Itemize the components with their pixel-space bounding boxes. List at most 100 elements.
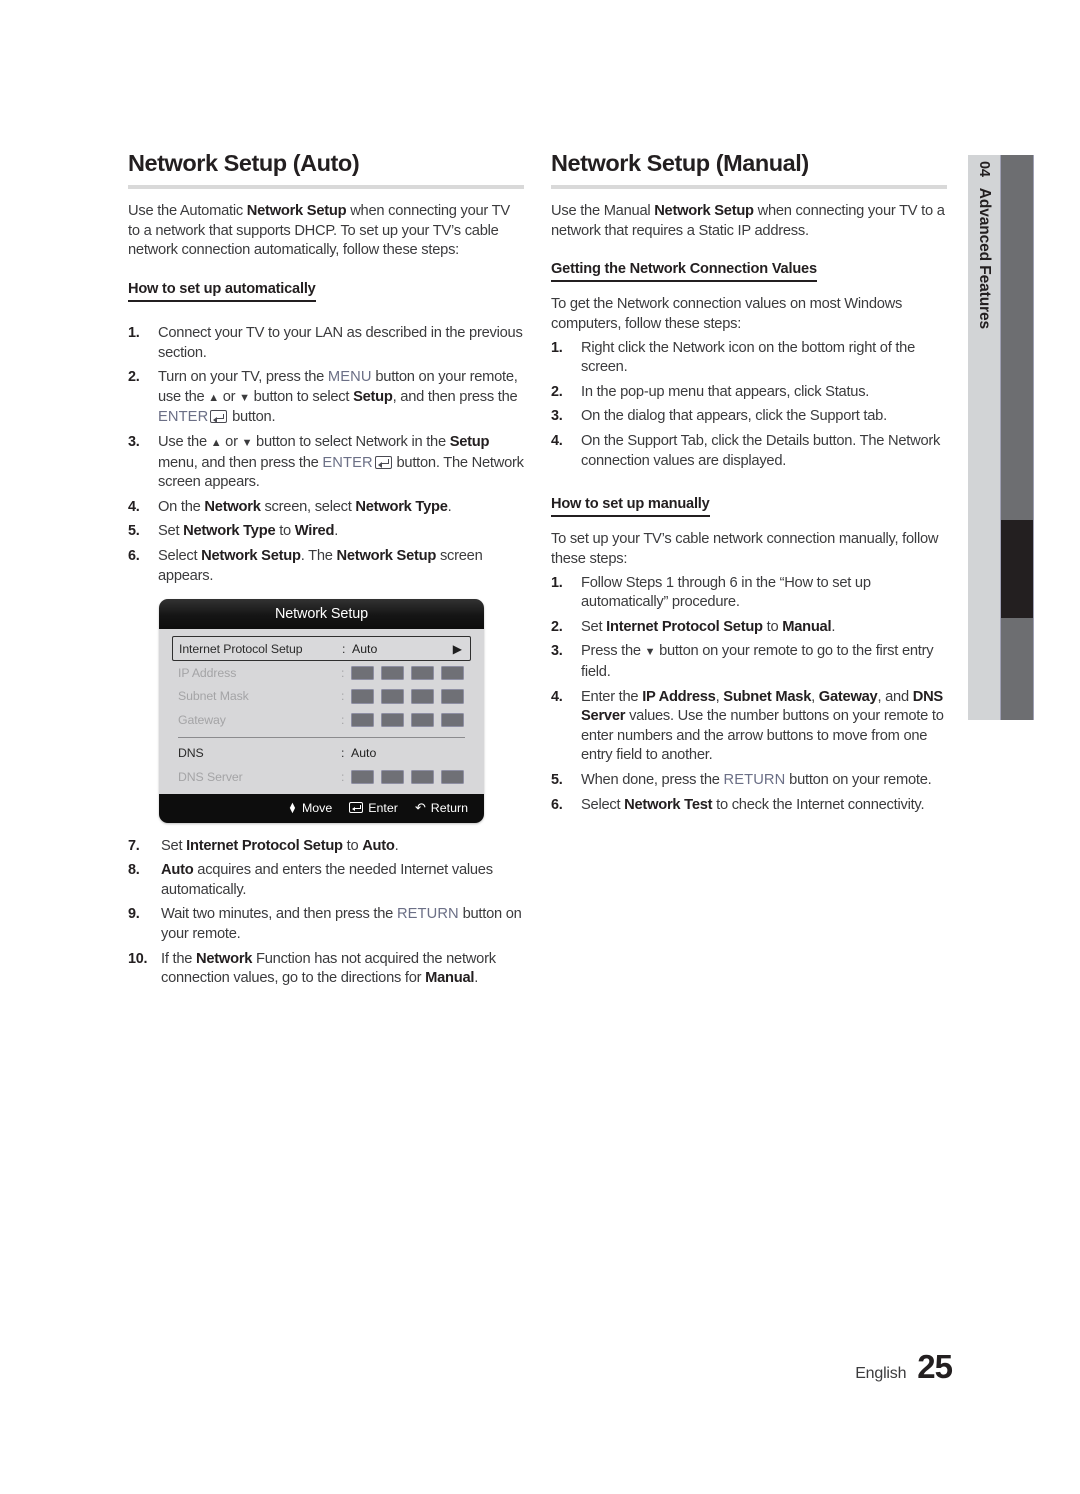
step-number: 1. bbox=[551, 339, 563, 356]
osd-row-gateway[interactable]: Gateway : bbox=[172, 708, 471, 732]
osd-octet-box bbox=[441, 689, 464, 704]
footer-language: English bbox=[855, 1365, 907, 1382]
page-title-manual: Network Setup (Manual) bbox=[551, 150, 809, 176]
osd-octet-box bbox=[381, 712, 404, 728]
osd-octet-group bbox=[351, 689, 464, 704]
list-item: 7. Set Internet Protocol Setup to Auto. bbox=[128, 837, 524, 857]
osd-value: Auto bbox=[351, 746, 377, 761]
step-number: 9. bbox=[128, 906, 140, 923]
chapter-number: 04 bbox=[976, 161, 992, 177]
osd-octet-box bbox=[411, 665, 434, 681]
up-down-arrows-icon: ▲ ▼ bbox=[288, 799, 297, 815]
step-number: 3. bbox=[128, 434, 140, 450]
step-number: 3. bbox=[551, 408, 563, 425]
list-item: 3. On the dialog that appears, click the… bbox=[551, 407, 947, 427]
osd-value-boxes bbox=[351, 769, 467, 785]
step-number: 8. bbox=[128, 862, 140, 879]
step-number: 2. bbox=[551, 618, 563, 635]
steps-list-manual: 1. Follow Steps 1 through 6 in the “How … bbox=[551, 574, 947, 816]
intro-paragraph-manual: Use the Manual Network Setup when connec… bbox=[551, 203, 945, 239]
osd-label: Subnet Mask bbox=[178, 689, 249, 704]
return-arrow-icon: ↷ bbox=[414, 799, 426, 815]
list-item: 5. When done, press the RETURN button on… bbox=[551, 771, 947, 791]
step-number: 7. bbox=[128, 837, 140, 854]
osd-value-boxes bbox=[351, 665, 467, 681]
step-number: 3. bbox=[551, 643, 563, 660]
osd-octet-box bbox=[381, 665, 404, 681]
osd-label: DNS Server bbox=[178, 769, 243, 784]
osd-label: IP Address bbox=[178, 665, 237, 680]
osd-value-boxes bbox=[351, 712, 467, 728]
list-item: 2. Turn on your TV, press the MENU butto… bbox=[128, 368, 524, 428]
enter-button-icon bbox=[210, 410, 228, 424]
lead-paragraph-manual: To set up your TV’s cable network connec… bbox=[551, 531, 939, 568]
list-item: 2. Set Internet Protocol Setup to Manual… bbox=[551, 618, 947, 638]
osd-octet-box bbox=[351, 712, 374, 728]
osd-row-dns-server[interactable]: DNS Server : bbox=[172, 765, 471, 789]
osd-octet-box bbox=[351, 665, 374, 681]
step-number: 2. bbox=[551, 383, 563, 400]
osd-colon: : bbox=[341, 712, 345, 727]
osd-hint-enter-label: Enter bbox=[368, 800, 398, 815]
enter-key-icon bbox=[349, 802, 364, 814]
osd-octet-group bbox=[351, 712, 464, 728]
osd-row-dns[interactable]: DNS : Auto bbox=[172, 742, 471, 766]
osd-octet-box bbox=[381, 689, 404, 704]
enter-button-icon bbox=[374, 455, 392, 469]
osd-hint-move-label: Move bbox=[301, 800, 333, 815]
chevron-right-icon: ▶ bbox=[452, 641, 462, 656]
osd-value-boxes bbox=[351, 689, 467, 704]
osd-octet-box bbox=[411, 689, 434, 704]
osd-row-subnet-mask[interactable]: Subnet Mask : bbox=[172, 685, 471, 709]
steps-list-auto-continued: 7. Set Internet Protocol Setup to Auto. … bbox=[128, 837, 524, 989]
chapter-progress-active bbox=[1001, 520, 1033, 618]
osd-divider bbox=[178, 736, 465, 738]
manual-page: 04 Advanced Features Network Setup (Auto… bbox=[0, 0, 1080, 1494]
list-item: 6. Select Network Setup. The Network Set… bbox=[128, 547, 483, 584]
title-divider bbox=[128, 185, 524, 190]
osd-title: Network Setup bbox=[159, 599, 484, 630]
osd-octet-box bbox=[381, 769, 404, 785]
subheading-how-to-set-up-manually: How to set up manually bbox=[551, 495, 710, 518]
step-number: 1. bbox=[551, 574, 563, 591]
list-item: 8. Auto acquires and enters the needed I… bbox=[128, 862, 493, 898]
osd-octet-box bbox=[351, 689, 374, 704]
osd-body: Internet Protocol Setup : Auto ▶ IP Addr… bbox=[159, 629, 484, 794]
osd-octet-box bbox=[351, 769, 374, 785]
step-number: 1. bbox=[128, 325, 140, 342]
osd-colon: : bbox=[342, 641, 346, 656]
chapter-tab: 04 Advanced Features bbox=[968, 155, 1034, 720]
list-item: 3. Use the or button to select Network i… bbox=[128, 433, 524, 493]
list-item: 6. Select Network Test to check the Inte… bbox=[551, 796, 947, 816]
chapter-progress-bar bbox=[1000, 155, 1034, 720]
osd-value: Auto bbox=[352, 641, 378, 656]
list-item: 4. On the Network screen, select Network… bbox=[128, 498, 524, 518]
osd-row-internet-protocol-setup[interactable]: Internet Protocol Setup : Auto ▶ bbox=[172, 636, 471, 662]
list-item: 4. On the Support Tab, click the Details… bbox=[551, 433, 941, 469]
osd-hint-return: ↷ Return bbox=[415, 800, 468, 816]
list-item: 10. If the Network Function has not acqu… bbox=[128, 950, 496, 987]
osd-octet-group bbox=[351, 665, 464, 681]
osd-colon: : bbox=[341, 746, 345, 761]
list-item: 4. Enter the IP Address, Subnet Mask, Ga… bbox=[551, 688, 944, 764]
right-column: Network Setup (Manual) Use the Manual Ne… bbox=[551, 150, 947, 820]
page-footer: English 25 bbox=[855, 1348, 953, 1386]
osd-octet-box bbox=[411, 769, 434, 785]
step-number: 10. bbox=[128, 950, 148, 967]
chapter-tab-label-area: 04 Advanced Features bbox=[968, 155, 1000, 720]
step-number: 4. bbox=[551, 688, 563, 705]
left-column: Network Setup (Auto) Use the Automatic N… bbox=[128, 150, 524, 994]
list-item: 1. Follow Steps 1 through 6 in the “How … bbox=[551, 574, 871, 611]
osd-label: Internet Protocol Setup bbox=[179, 641, 303, 656]
osd-colon: : bbox=[341, 689, 345, 704]
title-divider bbox=[551, 185, 947, 190]
list-item: 3. Press the button on your remote to go… bbox=[551, 642, 947, 682]
osd-hint-enter: Enter bbox=[349, 801, 398, 815]
step-number: 6. bbox=[551, 796, 563, 813]
list-item: 1. Right click the Network icon on the b… bbox=[551, 339, 916, 376]
osd-octet-box bbox=[441, 665, 464, 681]
osd-octet-box bbox=[441, 712, 464, 728]
osd-row-ip-address[interactable]: IP Address : bbox=[172, 661, 471, 685]
osd-label: Gateway bbox=[178, 712, 226, 727]
osd-colon: : bbox=[341, 769, 345, 784]
